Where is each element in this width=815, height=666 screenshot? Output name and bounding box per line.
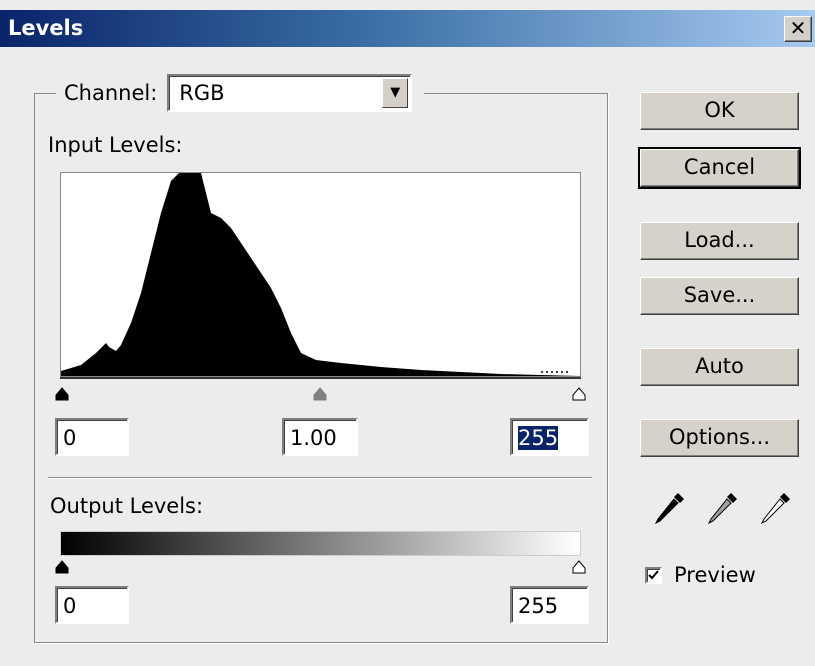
- input-black-value: 0: [63, 426, 77, 450]
- channel-label: Channel:: [64, 81, 158, 105]
- input-white-slider[interactable]: [572, 387, 586, 401]
- output-black-value: 0: [63, 594, 77, 618]
- input-gamma-field[interactable]: 1.00: [282, 418, 358, 456]
- eyedropper-black-icon[interactable]: [652, 491, 686, 527]
- preview-checkbox[interactable]: [645, 567, 662, 584]
- chevron-down-icon: ▼: [390, 85, 401, 100]
- load-button[interactable]: Load...: [640, 222, 799, 260]
- input-white-value: 255: [518, 426, 559, 450]
- channel-select[interactable]: RGB ▼: [167, 74, 413, 112]
- save-button[interactable]: Save...: [640, 277, 799, 315]
- histogram-graph: [61, 173, 580, 376]
- close-button[interactable]: ✕: [784, 16, 812, 42]
- output-black-field[interactable]: 0: [55, 586, 129, 624]
- checkmark-icon: [648, 570, 659, 580]
- channel-dropdown-button[interactable]: ▼: [382, 78, 409, 108]
- input-slider-track: [60, 377, 581, 379]
- input-black-field[interactable]: 0: [55, 418, 129, 456]
- preview-label[interactable]: Preview: [674, 563, 756, 587]
- input-levels-label: Input Levels:: [48, 133, 183, 157]
- options-button[interactable]: Options...: [640, 419, 799, 457]
- histogram-shape: [61, 173, 580, 376]
- input-gamma-slider[interactable]: [313, 387, 327, 401]
- channel-row: Channel: RGB ▼: [56, 70, 425, 116]
- eyedropper-gray-icon[interactable]: [705, 491, 739, 527]
- auto-button[interactable]: Auto: [640, 348, 799, 386]
- title-bar: Levels ✕: [0, 10, 815, 47]
- separator: [48, 477, 592, 479]
- input-white-field[interactable]: 255: [510, 418, 589, 456]
- ok-button[interactable]: OK: [640, 92, 799, 130]
- input-black-slider[interactable]: [55, 387, 69, 401]
- output-white-slider[interactable]: [572, 560, 586, 574]
- output-white-value: 255: [518, 594, 559, 618]
- input-gamma-value: 1.00: [290, 426, 337, 450]
- histogram: [60, 172, 581, 377]
- dialog-title: Levels: [8, 16, 84, 40]
- output-black-slider[interactable]: [55, 560, 69, 574]
- output-gradient-bar: [60, 531, 581, 556]
- output-white-field[interactable]: 255: [510, 586, 589, 624]
- eyedropper-white-icon[interactable]: [758, 491, 792, 527]
- close-icon: ✕: [789, 16, 807, 40]
- cancel-button[interactable]: Cancel: [638, 147, 801, 189]
- output-levels-label: Output Levels:: [50, 494, 204, 518]
- channel-select-value: RGB: [179, 81, 225, 105]
